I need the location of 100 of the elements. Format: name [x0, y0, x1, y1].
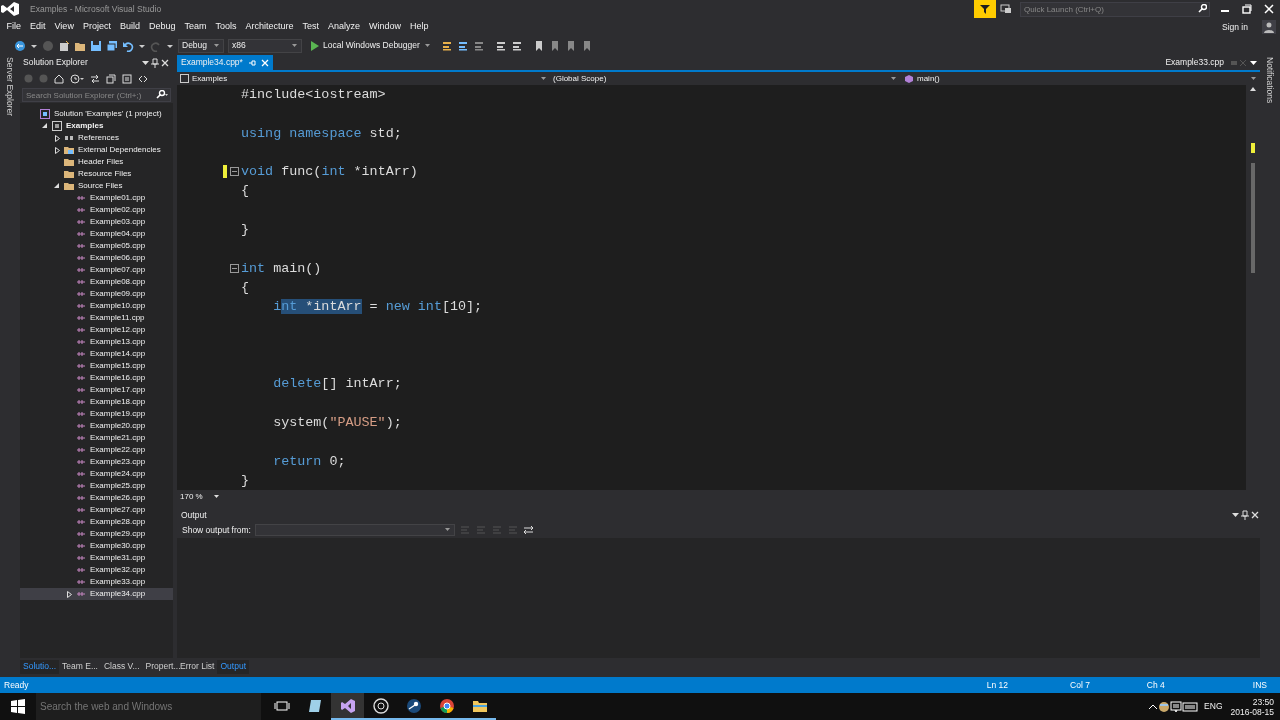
language-indicator[interactable]: ENG [1204, 700, 1223, 713]
tree-item[interactable]: Example06.cpp [20, 252, 173, 264]
pin-icon[interactable] [150, 57, 160, 68]
project-dropdown[interactable]: Examples [177, 72, 547, 85]
save-all-icon[interactable] [106, 39, 118, 52]
menu-item[interactable]: Analyze [323, 20, 365, 34]
tree-item[interactable]: Example30.cpp [20, 540, 173, 552]
tree-item[interactable]: Solution 'Examples' (1 project) [20, 108, 173, 120]
dropdown-caret-icon[interactable] [1248, 58, 1260, 67]
tree-item[interactable]: Example04.cpp [20, 228, 173, 240]
tree-item[interactable]: Example21.cpp [20, 432, 173, 444]
tree-item[interactable]: Example23.cpp [20, 456, 173, 468]
tree-item[interactable]: Example15.cpp [20, 360, 173, 372]
menu-item[interactable]: Team [179, 20, 211, 34]
menu-item[interactable]: Project [78, 20, 116, 34]
panel-tab[interactable]: Output [217, 660, 249, 674]
scrollbar-thumb[interactable] [1251, 163, 1255, 273]
tree-item[interactable]: Example20.cpp [20, 420, 173, 432]
feedback-flag-icon[interactable] [974, 0, 996, 18]
menu-item[interactable]: Architecture [241, 20, 298, 34]
panel-tab[interactable]: Class V... [101, 660, 143, 674]
tree-item[interactable]: Example17.cpp [20, 384, 173, 396]
globe-icon[interactable] [1158, 700, 1171, 713]
word-wrap-icon[interactable] [523, 525, 535, 536]
close-icon[interactable] [1250, 510, 1260, 521]
expanded-arrow-icon[interactable] [54, 183, 60, 189]
keyboard-icon[interactable] [1182, 701, 1199, 712]
tree-item[interactable]: Example08.cpp [20, 276, 173, 288]
quick-launch-field[interactable]: Quick Launch (Ctrl+Q) [1020, 1, 1210, 17]
panel-tab[interactable]: Team E... [59, 660, 101, 674]
tree-item[interactable]: Example34.cpp [20, 588, 173, 600]
tree-item[interactable]: Example11.cpp [20, 312, 173, 324]
tree-item[interactable]: Example18.cpp [20, 396, 173, 408]
sync-icon[interactable] [90, 73, 100, 84]
tree-item[interactable]: Example24.cpp [20, 468, 173, 480]
menu-item[interactable]: Test [298, 20, 324, 34]
tree-item[interactable]: Example01.cpp [20, 192, 173, 204]
tree-item[interactable]: Example33.cpp [20, 576, 173, 588]
history-icon[interactable] [70, 73, 84, 84]
collapse-box-icon[interactable] [230, 167, 239, 177]
tree-item[interactable]: Example31.cpp [20, 552, 173, 564]
back-icon[interactable] [14, 39, 26, 52]
member-dropdown[interactable]: main() [897, 72, 1260, 85]
tree-item[interactable]: Example22.cpp [20, 444, 173, 456]
tree-item[interactable]: Example26.cpp [20, 492, 173, 504]
tree-item[interactable]: Example13.cpp [20, 336, 173, 348]
collapsed-arrow-icon[interactable] [66, 590, 72, 598]
tree-item[interactable]: Example09.cpp [20, 288, 173, 300]
tree-item[interactable]: Header Files [20, 156, 173, 168]
preview-tab[interactable]: Example33.cpp [1165, 56, 1224, 69]
new-project-icon[interactable] [58, 39, 70, 52]
scope-dropdown[interactable]: (Global Scope) [547, 72, 897, 85]
platform-dropdown[interactable]: x86 [228, 38, 302, 53]
account-avatar-icon[interactable] [1262, 20, 1276, 34]
tree-item[interactable]: Example16.cpp [20, 372, 173, 384]
side-tab[interactable]: Server Explorer [3, 57, 17, 117]
save-icon[interactable] [90, 39, 102, 52]
menu-item[interactable]: File [2, 20, 26, 34]
menu-item[interactable]: Tools [210, 20, 241, 34]
code-view-icon[interactable] [138, 73, 148, 84]
pin-icon[interactable] [1240, 510, 1250, 521]
menu-item[interactable]: Edit [25, 20, 51, 34]
tree-item[interactable]: Example10.cpp [20, 300, 173, 312]
menu-item[interactable]: Window [364, 20, 406, 34]
tree-item[interactable]: Example12.cpp [20, 324, 173, 336]
tree-item[interactable]: Example25.cpp [20, 480, 173, 492]
tree-item[interactable]: Example32.cpp [20, 564, 173, 576]
tree-item[interactable]: Example29.cpp [20, 528, 173, 540]
tree-item[interactable]: Examples [20, 120, 173, 132]
expanded-arrow-icon[interactable] [42, 123, 48, 129]
undo-icon[interactable] [122, 39, 134, 52]
tree-item[interactable]: Example14.cpp [20, 348, 173, 360]
tree-item[interactable]: Example02.cpp [20, 204, 173, 216]
clock[interactable]: 23:50 2016-08-15 [1230, 696, 1274, 717]
properties-icon[interactable] [122, 73, 132, 84]
message-icon[interactable] [1170, 700, 1183, 713]
configuration-dropdown[interactable]: Debug [178, 38, 224, 53]
side-tab[interactable]: Notifications [1263, 57, 1277, 104]
tree-item[interactable]: Resource Files [20, 168, 173, 180]
menu-item[interactable]: Build [115, 20, 145, 34]
menu-item[interactable]: Debug [144, 20, 180, 34]
menu-item[interactable]: Help [405, 20, 434, 34]
panel-tab[interactable]: Solutio... [20, 660, 60, 674]
tree-item[interactable]: Example07.cpp [20, 264, 173, 276]
taskbar-button[interactable] [331, 693, 364, 720]
menu-item[interactable]: View [50, 20, 79, 34]
tree-item[interactable]: Example19.cpp [20, 408, 173, 420]
tree-item[interactable]: Example03.cpp [20, 216, 173, 228]
collapse-icon[interactable] [106, 73, 116, 84]
zoom-dropdown[interactable]: 170 % [180, 491, 220, 504]
tree-item[interactable]: Example05.cpp [20, 240, 173, 252]
tree-item[interactable]: References [20, 132, 173, 144]
tree-item[interactable]: Source Files [20, 180, 173, 192]
dropdown-caret-icon[interactable] [1231, 511, 1240, 520]
search-field[interactable]: Search Solution Explorer (Ctrl+;) [22, 88, 171, 102]
tree-item[interactable]: External Dependencies [20, 144, 173, 156]
home-icon[interactable] [54, 73, 64, 84]
collapse-box-icon[interactable] [230, 263, 239, 273]
tray-chevron-icon[interactable] [1148, 702, 1159, 711]
sign-in-link[interactable]: Sign in [1222, 20, 1248, 34]
